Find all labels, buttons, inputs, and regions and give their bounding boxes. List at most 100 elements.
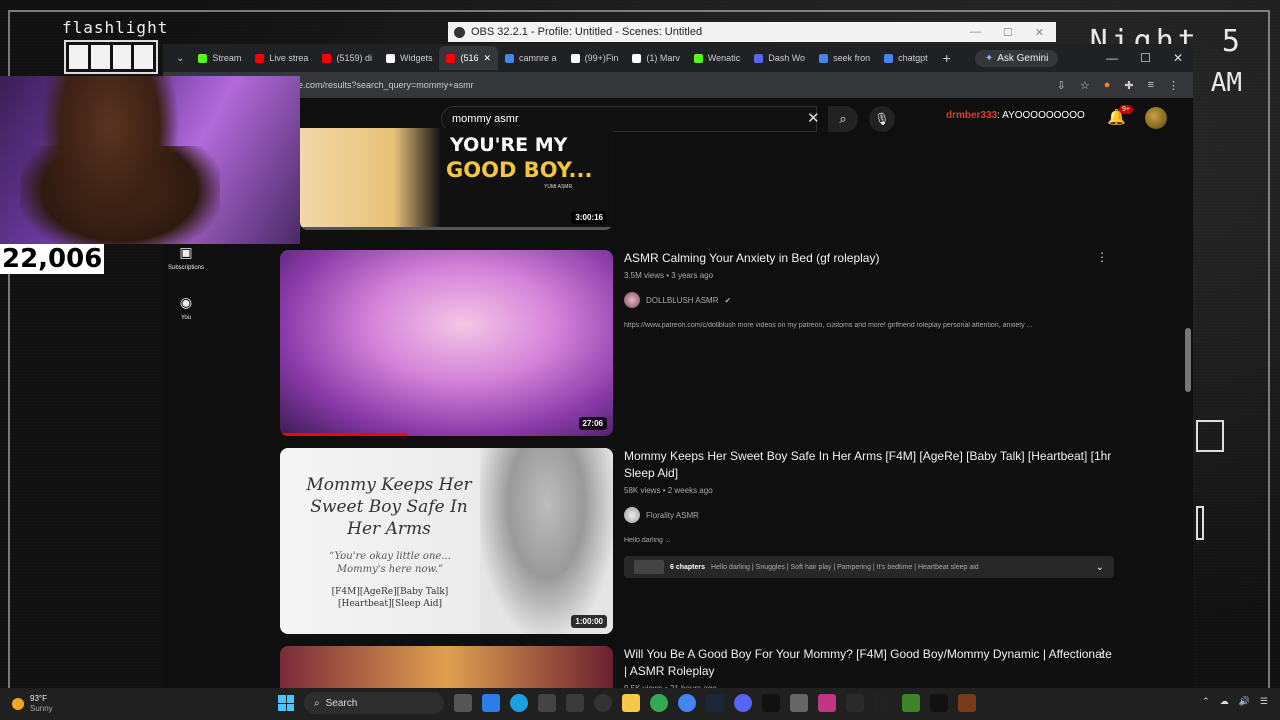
more-actions-icon[interactable]: ⋮	[1096, 250, 1108, 264]
volume-icon[interactable]: 🔊	[1239, 696, 1250, 707]
channel-avatar[interactable]	[624, 507, 640, 523]
file-explorer-icon[interactable]	[622, 694, 640, 712]
thumb-text-line2: GOOD BOY...	[446, 158, 593, 182]
browser-tab[interactable]: Stream	[191, 46, 248, 70]
sidebar-item-subscriptions[interactable]: ▣ Subscriptions	[163, 244, 209, 271]
webcam-feed	[0, 76, 300, 244]
menu-kebab-icon[interactable]: ⋮	[1168, 79, 1179, 92]
browser-tab[interactable]: seek fron	[812, 46, 877, 70]
thumb-title: Mommy Keeps Her Sweet Boy Safe In Her Ar…	[306, 475, 472, 539]
store-icon[interactable]	[482, 694, 500, 712]
tab-favicon-icon	[884, 53, 894, 63]
search-button[interactable]: ⌕	[828, 106, 858, 132]
game-icon[interactable]	[958, 694, 976, 712]
video-thumbnail[interactable]: Mommy Keeps Her Sweet Boy Safe In Her Ar…	[280, 448, 613, 634]
more-actions-icon[interactable]: ⋮	[1096, 448, 1108, 462]
video-title[interactable]: ASMR Calming Your Anxiety in Bed (gf rol…	[624, 250, 1114, 267]
tab-list-button[interactable]: ⌄	[169, 46, 191, 70]
browser-close-icon[interactable]: ✕	[1173, 51, 1183, 65]
network-icon[interactable]: ☁	[1220, 696, 1229, 707]
browser-tab[interactable]: camnre a	[498, 46, 564, 70]
verified-check-icon: ✔	[724, 295, 732, 305]
browser-tab[interactable]: Live strea	[248, 46, 315, 70]
browser-tab[interactable]: (99+)Fin	[564, 46, 626, 70]
browser-tab[interactable]: (516 ✕	[439, 46, 499, 70]
more-actions-icon[interactable]: ⋮	[1096, 646, 1108, 660]
video-title[interactable]: Will You Be A Good Boy For Your Mommy? […	[624, 646, 1114, 680]
new-tab-button[interactable]: +	[935, 50, 959, 66]
windows-start-icon[interactable]	[278, 695, 294, 711]
voice-search-button[interactable]: 🎙	[869, 106, 895, 132]
extension-icon[interactable]: ●	[1104, 79, 1111, 92]
sidebar-item-you[interactable]: ◉ You	[163, 294, 209, 321]
chapters-bar[interactable]: 6 chapters Hello darling | Snuggles | So…	[624, 556, 1114, 578]
maximize-icon[interactable]: ☐	[1003, 26, 1013, 39]
clear-search-icon[interactable]: ✕	[807, 109, 820, 127]
progress-track	[300, 227, 613, 230]
overlay-panel	[1196, 420, 1224, 452]
tab-label: Dash Wo	[768, 53, 806, 63]
video-thumbnail[interactable]: YOU'RE MY GOOD BOY... YUMI ASMR 3:00:16	[300, 128, 613, 230]
browser-tab[interactable]: (1) Marv	[625, 46, 687, 70]
minecraft-icon[interactable]	[902, 694, 920, 712]
taskbar-search[interactable]: ⌕ Search	[304, 692, 444, 714]
browser-window: ⌄ Stream Live strea (5159) di Widgets (516 ✕ c…	[163, 44, 1193, 693]
obs-icon[interactable]	[594, 694, 612, 712]
browser-tab[interactable]: chatgpt	[877, 46, 935, 70]
discord-icon[interactable]	[734, 694, 752, 712]
tab-favicon-icon	[570, 53, 580, 63]
channel-avatar[interactable]	[624, 292, 640, 308]
tab-label: seek fron	[833, 53, 871, 63]
install-icon[interactable]: ⇩	[1057, 79, 1066, 92]
video-title[interactable]: Mommy Keeps Her Sweet Boy Safe In Her Ar…	[624, 448, 1114, 482]
app-icon[interactable]	[790, 694, 808, 712]
browser-minimize-icon[interactable]: —	[1106, 51, 1118, 65]
tab-label: Widgets	[399, 53, 433, 63]
page-scrollbar[interactable]	[1185, 328, 1191, 392]
search-icon: ⌕	[314, 697, 320, 709]
app-icon[interactable]	[874, 694, 892, 712]
ask-gemini-button[interactable]: ✦ Ask Gemini	[974, 49, 1059, 67]
close-icon[interactable]: ✕	[1035, 26, 1044, 39]
app-icon[interactable]	[538, 694, 556, 712]
browser-tab[interactable]: Wenatic	[687, 46, 747, 70]
minimize-icon[interactable]: —	[970, 26, 981, 39]
notifications-icon[interactable]: ☰	[1260, 696, 1268, 707]
video-description: Hello darling ...	[624, 537, 671, 544]
weather-widget[interactable]: 93°F Sunny	[12, 694, 53, 714]
tiktok-icon[interactable]	[762, 694, 780, 712]
browser-tab[interactable]: Widgets	[379, 46, 440, 70]
subscriptions-icon: ▣	[179, 244, 193, 260]
chevron-down-icon[interactable]: ⌄	[1096, 562, 1104, 573]
thumb-tags: [F4M][AgeRe][Baby Talk] [Heartbeat][Slee…	[331, 587, 449, 609]
app-icon[interactable]	[566, 694, 584, 712]
video-thumbnail[interactable]	[280, 646, 613, 688]
avatar[interactable]	[1145, 107, 1167, 129]
bookmark-star-icon[interactable]: ☆	[1080, 79, 1090, 92]
search-icon: ⌕	[839, 111, 847, 126]
edge-icon[interactable]	[510, 694, 528, 712]
watch-progress-bar	[280, 433, 407, 436]
capcut-icon[interactable]	[930, 694, 948, 712]
reading-list-icon[interactable]: ≡	[1148, 79, 1154, 92]
puzzle-icon[interactable]: ✚	[1124, 79, 1133, 92]
address-bar[interactable]: e.com/results?search_query=mommy+asmr	[298, 80, 474, 90]
video-thumbnail[interactable]: 27:06	[280, 250, 613, 436]
time-label: AM	[1210, 68, 1242, 98]
channel-link[interactable]: DOLLBLUSH ASMR ✔	[624, 292, 1114, 308]
epic-games-icon[interactable]	[846, 694, 864, 712]
app-icon[interactable]	[818, 694, 836, 712]
close-tab-icon[interactable]: ✕	[484, 53, 492, 64]
chevron-up-icon[interactable]: ⌃	[1202, 696, 1210, 707]
flashlight-label: flashlight	[62, 18, 169, 37]
task-view-icon[interactable]	[454, 694, 472, 712]
chrome-icon[interactable]	[678, 694, 696, 712]
browser-tab[interactable]: (5159) di	[315, 46, 379, 70]
overlay-panel-2	[1196, 506, 1204, 540]
browser-tab[interactable]: Dash Wo	[747, 46, 812, 70]
browser-toolbar: e.com/results?search_query=mommy+asmr ⇩ …	[163, 72, 1193, 98]
steam-icon[interactable]	[706, 694, 724, 712]
chrome-icon[interactable]	[650, 694, 668, 712]
channel-link[interactable]: Florality ASMR	[624, 507, 1114, 523]
browser-maximize-icon[interactable]: ☐	[1140, 51, 1151, 65]
